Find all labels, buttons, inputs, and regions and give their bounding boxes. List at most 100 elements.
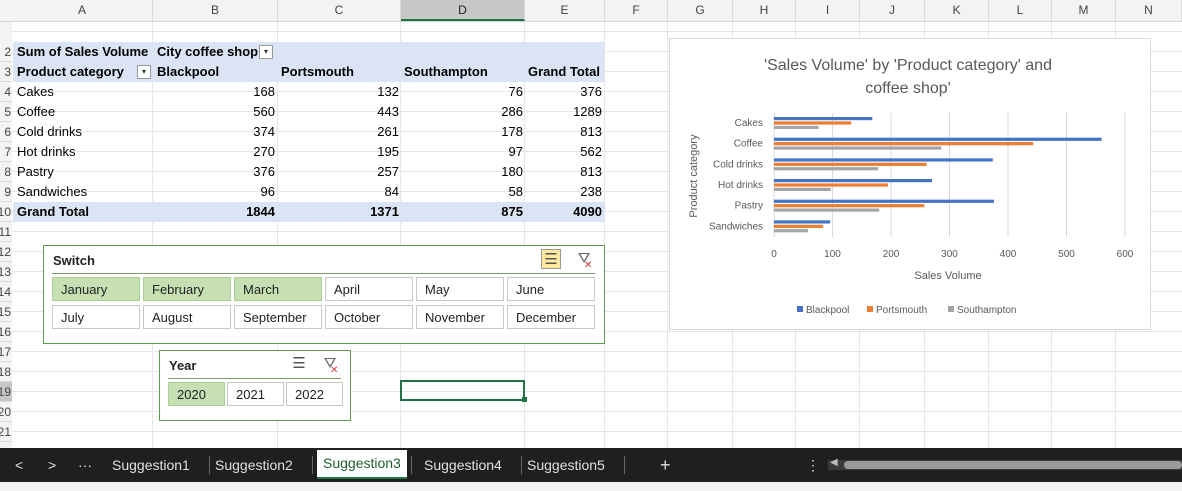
column-header-d[interactable]: D [401,0,525,21]
active-cell[interactable] [400,380,525,401]
slicer-item[interactable]: January [52,277,140,301]
slicer-item[interactable]: 2021 [227,382,284,406]
switch-slicer[interactable]: Switch ☰ ⛛ ✕ January February March April May… [43,245,605,344]
pivot-cell[interactable]: 261 [299,122,399,142]
pivot-cell[interactable]: 813 [502,162,602,182]
row-header-21[interactable]: 21 [0,422,12,442]
bar-southampton[interactable] [774,229,808,233]
scrollbar-thumb[interactable] [844,461,1182,469]
pivot-cell[interactable]: 376 [502,82,602,102]
sheet-tab[interactable]: Suggestion5 [527,448,605,482]
slicer-item[interactable]: February [143,277,231,301]
pivot-cell[interactable]: 132 [299,82,399,102]
bar-southampton[interactable] [774,208,880,212]
fill-handle[interactable] [522,397,527,402]
bar-blackpool[interactable] [774,220,831,224]
slicer-item[interactable]: 2020 [168,382,225,406]
pivot-cell[interactable]: 168 [175,82,275,102]
column-filter-button[interactable]: ▾ [259,45,273,59]
pivot-cell[interactable]: 1289 [502,102,602,122]
bar-southampton[interactable] [774,187,831,191]
bar-portsmouth[interactable] [774,183,889,187]
row-header-6[interactable]: 6 [0,122,12,142]
pivot-cell[interactable]: 1371 [299,202,399,222]
bar-portsmouth[interactable] [774,121,852,125]
row-header-2[interactable]: 2 [0,42,12,62]
row-header-5[interactable]: 5 [0,102,12,122]
clear-filter-icon[interactable]: ⛛ ✕ [320,354,340,376]
bar-chart[interactable]: 'Sales Volume' by 'Product category' and… [669,38,1151,330]
horizontal-scrollbar[interactable]: ◀ [828,457,1182,470]
slicer-item[interactable]: November [416,305,504,329]
slicer-item[interactable]: October [325,305,413,329]
bar-portsmouth[interactable] [774,224,824,228]
column-header-b[interactable]: B [153,0,278,21]
sheet-tab[interactable]: Suggestion2 [215,448,293,482]
row-header-8[interactable]: 8 [0,162,12,182]
column-header-f[interactable]: F [605,0,668,21]
pivot-cell[interactable]: 1844 [175,202,275,222]
slicer-item[interactable]: September [234,305,322,329]
bar-blackpool[interactable] [774,179,932,183]
pivot-cell[interactable]: 96 [175,182,275,202]
pivot-cell[interactable]: 270 [175,142,275,162]
bar-blackpool[interactable] [774,158,993,162]
multi-select-icon[interactable]: ☰ [289,354,309,374]
pivot-cell[interactable]: 4090 [502,202,602,222]
row-header-18[interactable]: 18 [0,362,12,382]
row-header-17[interactable]: 17 [0,342,12,362]
multi-select-icon[interactable]: ☰ [541,249,561,269]
column-header-l[interactable]: L [989,0,1052,21]
row-header-16[interactable]: 16 [0,322,12,342]
row-header-7[interactable]: 7 [0,142,12,162]
bar-southampton[interactable] [774,167,879,171]
sheet-options-icon[interactable]: ⋮ [806,448,820,482]
column-header-e[interactable]: E [525,0,605,21]
pivot-cell[interactable]: 238 [502,182,602,202]
column-header-n[interactable]: N [1116,0,1182,21]
sheet-tab[interactable]: Suggestion3 [317,450,407,479]
column-header-h[interactable]: H [733,0,796,21]
row-header-10[interactable]: 10 [0,202,12,222]
prev-sheet-button[interactable]: < [15,448,23,482]
sheet-tab[interactable]: Suggestion4 [424,448,502,482]
slicer-item[interactable]: 2022 [286,382,343,406]
row-header-19[interactable]: 19 [0,382,12,402]
pivot-cell[interactable]: 374 [175,122,275,142]
bar-blackpool[interactable] [774,137,1102,141]
pivot-cell[interactable]: 443 [299,102,399,122]
bar-southampton[interactable] [774,146,942,150]
slicer-item[interactable]: July [52,305,140,329]
pivot-cell[interactable]: 560 [175,102,275,122]
scroll-left-icon[interactable]: ◀ [830,457,838,468]
row-header-9[interactable]: 9 [0,182,12,202]
column-header-m[interactable]: M [1052,0,1116,21]
next-sheet-button[interactable]: > [48,448,56,482]
row-header-14[interactable]: 14 [0,282,12,302]
add-sheet-button[interactable]: + [660,448,671,482]
year-slicer[interactable]: Year ☰ ⛛ ✕ 2020 2021 2022 [159,350,351,421]
pivot-cell[interactable]: 84 [299,182,399,202]
slicer-item[interactable]: June [507,277,595,301]
row-header-3[interactable]: 3 [0,62,12,82]
more-sheets-button[interactable]: ··· [78,448,92,482]
row-header-12[interactable]: 12 [0,242,12,262]
row-header-20[interactable]: 20 [0,402,12,422]
pivot-cell[interactable]: 562 [502,142,602,162]
slicer-item[interactable]: March [234,277,322,301]
sheet-tab[interactable]: Suggestion1 [112,448,190,482]
row-header-4[interactable]: 4 [0,82,12,102]
slicer-item[interactable]: May [416,277,504,301]
row-filter-button[interactable]: ▾ [137,65,151,79]
column-header-c[interactable]: C [278,0,401,21]
pivot-cell[interactable]: 257 [299,162,399,182]
bar-portsmouth[interactable] [774,162,927,166]
column-header-k[interactable]: K [925,0,989,21]
row-header-13[interactable]: 13 [0,262,12,282]
column-header-j[interactable]: J [860,0,925,21]
bar-southampton[interactable] [774,125,819,129]
pivot-cell[interactable]: 376 [175,162,275,182]
bar-blackpool[interactable] [774,199,994,203]
bar-blackpool[interactable] [774,117,873,121]
pivot-cell[interactable]: 195 [299,142,399,162]
